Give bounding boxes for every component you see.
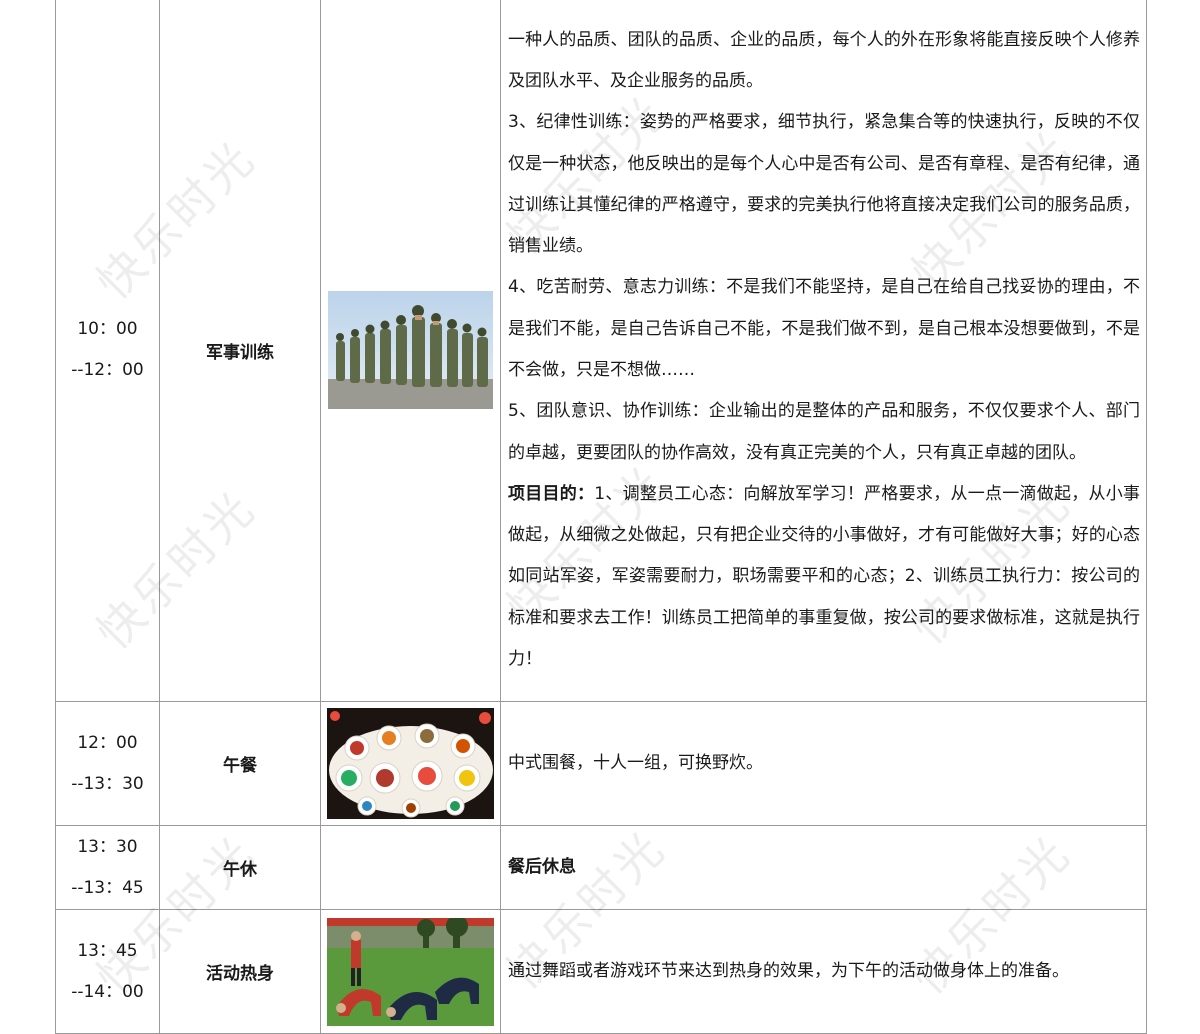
activity-name: 军事训练 bbox=[159, 0, 321, 702]
activity-name: 午休 bbox=[159, 825, 321, 910]
activity-name: 午餐 bbox=[159, 701, 321, 826]
time-cell: 13：30 --13：45 bbox=[55, 825, 160, 910]
purpose-text: 1、调整员工心态：向解放军学习！严格要求，从一点一滴做起，从小事做起，从细微之处… bbox=[508, 483, 1140, 670]
table-row: 12：00 --13：30 午餐 中式围餐，十人一组，可换野炊。 bbox=[55, 701, 1147, 826]
image-cell bbox=[320, 909, 501, 1034]
activity-name: 活动热身 bbox=[159, 909, 321, 1034]
time-start: 12：00 bbox=[77, 732, 138, 753]
description-paragraph: 3、纪律性训练：姿势的严格要求，细节执行，紧急集合等的快速执行，反映的不仅仅是一… bbox=[508, 112, 1140, 257]
description-paragraph: 一种人的品质、团队的品质、企业的品质，每个人的外在形象将能直接反映个人修养及团队… bbox=[508, 29, 1140, 91]
time-start: 13：30 bbox=[77, 836, 138, 857]
time-cell: 13：45 --14：00 bbox=[55, 909, 160, 1034]
time-end: --13：30 bbox=[71, 773, 144, 794]
image-cell bbox=[320, 825, 501, 910]
time-end: --12：00 bbox=[71, 360, 144, 380]
time-cell: 12：00 --13：30 bbox=[55, 701, 160, 826]
image-cell bbox=[320, 701, 501, 826]
time-cell: 10：00 --12：00 bbox=[55, 0, 160, 702]
image-cell bbox=[320, 0, 501, 702]
purpose-label: 项目目的： bbox=[508, 483, 595, 504]
time-end: --13：45 bbox=[71, 877, 144, 898]
military-drill-photo bbox=[328, 291, 493, 409]
description-cell: 通过舞蹈或者游戏环节来达到热身的效果，为下午的活动做身体上的准备。 bbox=[500, 909, 1147, 1034]
time-start: 13：45 bbox=[77, 940, 138, 961]
description-cell: 一种人的品质、团队的品质、企业的品质，每个人的外在形象将能直接反映个人修养及团队… bbox=[500, 0, 1147, 702]
time-start: 10：00 bbox=[77, 319, 138, 339]
table-row: 13：45 --14：00 活动热身 通过舞蹈或者游戏环节来达到热身的效果，为下… bbox=[55, 909, 1147, 1034]
description-cell: 餐后休息 bbox=[500, 825, 1147, 910]
warmup-exercise-photo bbox=[327, 917, 494, 1026]
banquet-food-photo bbox=[327, 708, 494, 819]
description-cell: 中式围餐，十人一组，可换野炊。 bbox=[500, 701, 1147, 826]
table-row: 13：30 --13：45 午休 餐后休息 bbox=[55, 825, 1147, 910]
table-row: 10：00 --12：00 军事训练 一种人的品质、团队的品质、企业的品质，每个… bbox=[55, 0, 1147, 702]
time-end: --14：00 bbox=[71, 981, 144, 1002]
purpose-paragraph: 项目目的：1、调整员工心态：向解放军学习！严格要求，从一点一滴做起，从小事做起，… bbox=[508, 474, 1140, 680]
description-paragraph: 4、吃苦耐劳、意志力训练：不是我们不能坚持，是自己在给自己找妥协的理由，不是我们… bbox=[508, 277, 1140, 380]
description-paragraph: 5、团队意识、协作训练：企业输出的是整体的产品和服务，不仅仅要求个人、部门的卓越… bbox=[508, 401, 1140, 463]
schedule-table: 10：00 --12：00 军事训练 一种人的品质、团队的品质、企业的品质，每个… bbox=[55, 0, 1147, 1034]
